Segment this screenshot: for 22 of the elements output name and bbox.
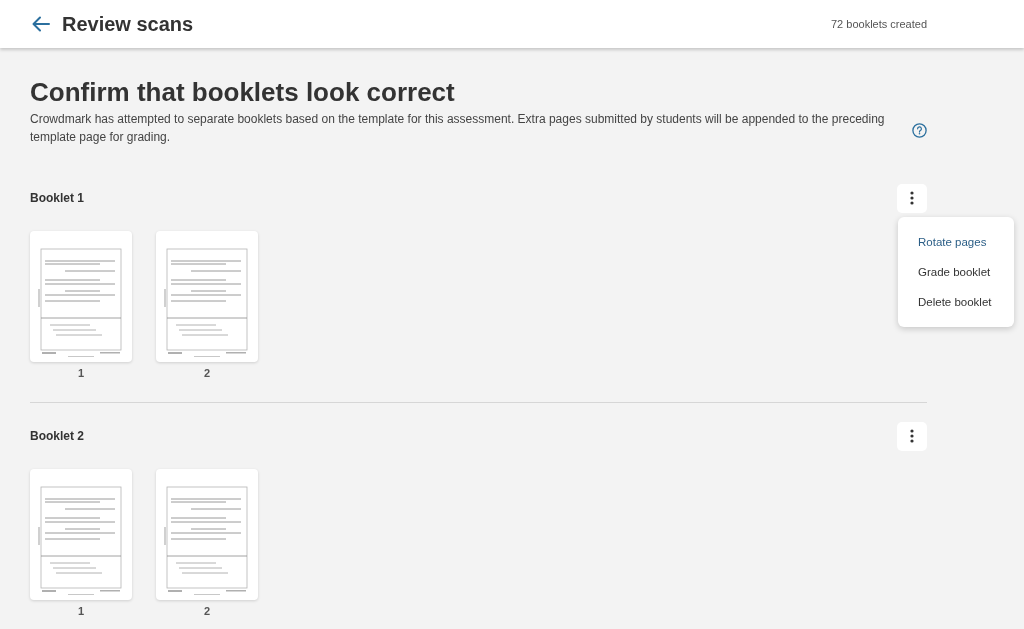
more-options-button[interactable] [897,421,927,451]
page-number: 1 [77,367,85,379]
section-heading: Confirm that booklets look correct [30,76,456,108]
scanned-page-thumbnail[interactable] [30,231,132,362]
page-number: 1 [77,605,85,617]
booklet-count: 72 booklets created [831,18,927,30]
vertical-dots-icon [910,429,914,443]
more-options-button[interactable] [897,183,927,213]
page-title: Review scans [62,12,194,36]
vertical-dots-icon [910,191,914,205]
menu-item[interactable]: Rotate pages [898,227,1014,257]
booklet-label: Booklet 2 [30,429,84,443]
scanned-page-thumbnail[interactable] [156,469,258,600]
booklet-label: Booklet 1 [30,191,84,205]
menu-item[interactable]: Grade booklet [898,257,1014,287]
page-number: 2 [203,367,211,379]
menu-item[interactable]: Delete booklet [898,287,1014,317]
help-icon[interactable] [912,122,927,138]
scanned-page-thumbnail[interactable] [30,469,132,600]
scanned-page-thumbnail[interactable] [156,231,258,362]
page-number: 2 [203,605,211,617]
description-text: Crowdmark has attempted to separate booklets based on the template for this assessment. Extra pages submitted by students will be appended to the preceding template page for grading. [30,111,886,146]
